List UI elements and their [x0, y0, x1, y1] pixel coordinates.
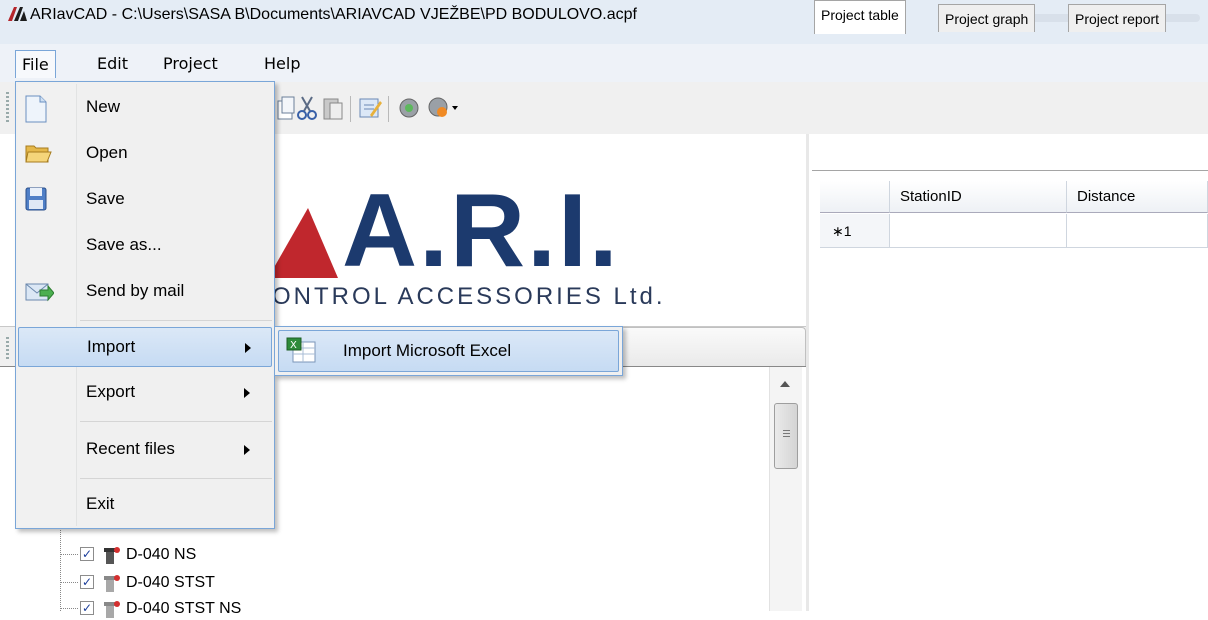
left-panel-tab[interactable]: [620, 327, 806, 368]
menu-separator: [80, 421, 272, 422]
column-header-distance[interactable]: Distance: [1067, 181, 1208, 213]
menu-separator: [80, 320, 272, 321]
column-header-stationid[interactable]: StationID: [890, 181, 1067, 213]
edit-icon[interactable]: [358, 95, 382, 121]
valve-icon: [104, 575, 120, 592]
gears-dropdown-icon[interactable]: [426, 95, 460, 121]
menu-item-save[interactable]: Save: [18, 180, 272, 220]
submenu-arrow-icon: [244, 388, 250, 398]
valve-icon: [104, 547, 120, 564]
toolbar-separator: [350, 96, 351, 122]
menu-help[interactable]: Help: [258, 50, 306, 78]
open-folder-icon: [25, 145, 52, 163]
menu-separator: [80, 478, 272, 479]
menu-item-open[interactable]: Open: [18, 134, 272, 174]
tree-item-label: D-040 NS: [126, 546, 197, 563]
paste-icon[interactable]: [322, 95, 344, 121]
gears-icon[interactable]: [396, 95, 422, 121]
toolbar-grip[interactable]: [6, 92, 9, 122]
cell-distance[interactable]: [1067, 214, 1208, 248]
tree-vertical-scrollbar[interactable]: [769, 367, 802, 611]
menu-item-exit[interactable]: Exit: [18, 485, 272, 525]
app-logo-icon: [8, 7, 27, 21]
submenu-arrow-icon: [245, 343, 251, 353]
menu-item-import[interactable]: Import: [18, 327, 272, 367]
menu-edit[interactable]: Edit: [91, 50, 134, 78]
copy-icon[interactable]: [276, 95, 296, 121]
row-header[interactable]: ∗1: [820, 214, 890, 248]
menu-item-save-as[interactable]: Save as...: [18, 226, 272, 266]
scroll-up-icon[interactable]: [780, 381, 790, 387]
toolbar-separator: [388, 96, 389, 122]
excel-icon: X: [286, 337, 316, 363]
company-logo-text: A.R.I.: [342, 173, 620, 289]
tab-project-table[interactable]: Project table: [814, 0, 906, 34]
tab-project-graph[interactable]: Project graph: [938, 4, 1036, 32]
company-logo-subtitle: ONTROL ACCESSORIES Ltd.: [272, 283, 666, 310]
import-submenu: X Import Microsoft Excel: [274, 326, 623, 376]
mail-icon: [25, 283, 54, 302]
menu-item-send-by-mail[interactable]: Send by mail: [18, 272, 272, 312]
cell-stationid[interactable]: [890, 214, 1067, 248]
tab-project-report[interactable]: Project report: [1068, 4, 1167, 32]
menu-item-recent-files[interactable]: Recent files: [18, 430, 272, 470]
tree-connector: [60, 530, 61, 611]
window-title: ARIavCAD - C:\Users\SASA B\Documents\ARI…: [30, 6, 637, 23]
row-header-corner: [820, 181, 890, 213]
scroll-thumb[interactable]: [774, 403, 798, 469]
tree-item-checkbox[interactable]: ✓: [80, 601, 94, 615]
tree-item-checkbox[interactable]: ✓: [80, 547, 94, 561]
file-menu-dropdown: New Open Save Save as... Send by mail Im…: [15, 81, 275, 529]
cut-icon[interactable]: [296, 95, 318, 121]
tree-item-label: D-040 STST: [126, 574, 215, 591]
ari-logo-mark: [268, 208, 338, 278]
valve-icon: [104, 601, 120, 618]
panel-grip[interactable]: [6, 337, 9, 361]
panel-splitter[interactable]: [806, 134, 809, 611]
new-document-icon: [25, 95, 47, 123]
tree-item-label: D-040 STST NS: [126, 600, 242, 617]
floppy-disk-icon: [25, 187, 47, 211]
menu-file[interactable]: File: [15, 50, 56, 78]
menu-item-export[interactable]: Export: [18, 373, 272, 413]
menu-project[interactable]: Project: [157, 50, 224, 78]
tree-item-checkbox[interactable]: ✓: [80, 575, 94, 589]
submenu-arrow-icon: [244, 445, 250, 455]
menu-item-import-microsoft-excel[interactable]: X Import Microsoft Excel: [278, 330, 619, 372]
menu-item-new[interactable]: New: [18, 88, 272, 128]
svg-text:X: X: [290, 340, 297, 351]
tab-baseline: [812, 170, 1208, 171]
